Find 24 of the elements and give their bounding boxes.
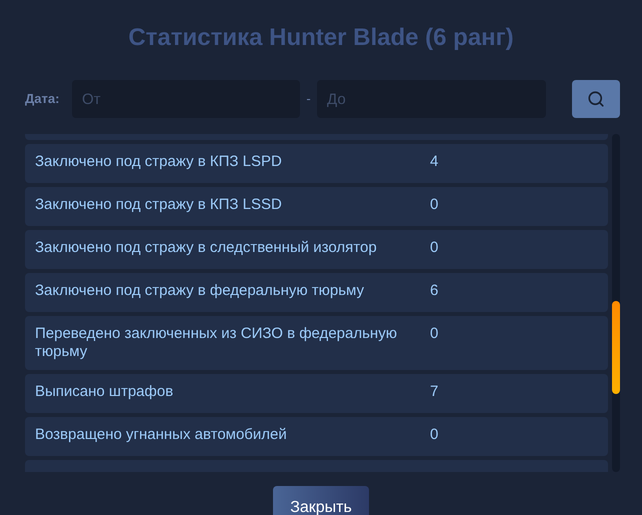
scrollbar-thumb[interactable] [612, 301, 620, 394]
range-separator: - [305, 90, 312, 108]
search-icon [587, 90, 605, 108]
stat-value: 0 [430, 426, 438, 444]
stat-label: Выписано штрафов [35, 383, 174, 401]
stat-value: 0 [430, 239, 438, 257]
stat-label: Заключено под стражу в следственный изолятор [35, 239, 378, 257]
stat-label: Возвращено угнанных автомобилей [35, 426, 288, 444]
close-button[interactable]: Закрыть [273, 486, 369, 515]
dialog-title: Статистика Hunter Blade (6 ранг) [128, 23, 514, 53]
to-date-field[interactable]: До [317, 80, 546, 118]
stat-label: Заключено под стражу в КПЗ LSSD [35, 196, 283, 214]
search-button[interactable] [572, 80, 620, 118]
stat-label: Переведено заключенных из СИЗО в федеральную тюрьму [35, 325, 398, 361]
stat-value: 0 [430, 196, 438, 214]
stat-label: Заключено под стражу в федеральную тюрьму [35, 282, 366, 300]
stat-value: 6 [430, 282, 438, 300]
stat-value: 7 [430, 383, 438, 401]
stat-label: Заключено под стражу в КПЗ LSPD [35, 153, 283, 171]
stat-value: 4 [430, 153, 438, 171]
stat-value: 0 [430, 325, 438, 343]
from-date-field[interactable]: От [72, 80, 300, 118]
date-label: Дата: [25, 90, 60, 108]
scrollbar[interactable] [612, 134, 620, 472]
